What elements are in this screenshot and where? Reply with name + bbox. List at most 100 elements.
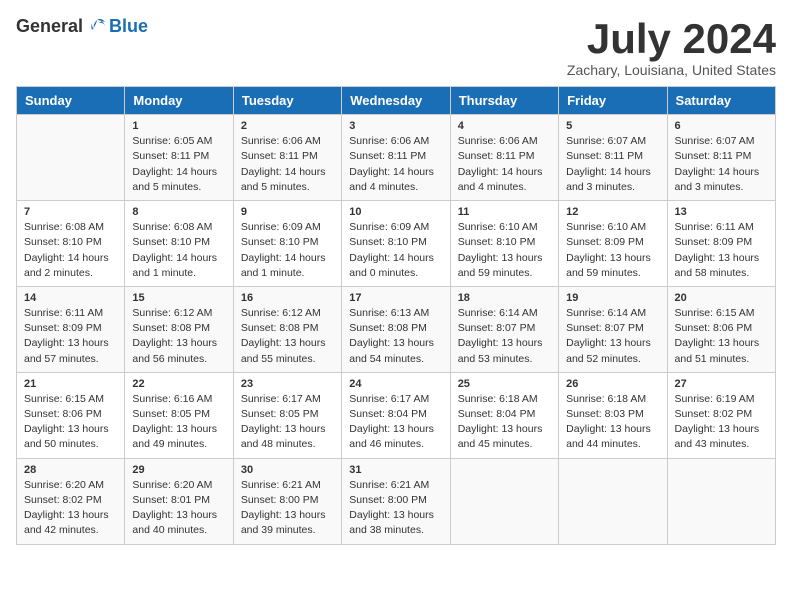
calendar-cell: 18 Sunrise: 6:14 AM Sunset: 8:07 PM Dayli…	[450, 286, 558, 372]
week-row-1: 1 Sunrise: 6:05 AM Sunset: 8:11 PM Daylig…	[17, 115, 776, 201]
day-number: 1	[132, 120, 225, 132]
day-number: 18	[458, 292, 551, 304]
day-info: Sunrise: 6:10 AM Sunset: 8:09 PM Dayligh…	[566, 220, 659, 281]
day-info: Sunrise: 6:08 AM Sunset: 8:10 PM Dayligh…	[132, 220, 225, 281]
day-info: Sunrise: 6:11 AM Sunset: 8:09 PM Dayligh…	[24, 306, 117, 367]
calendar-cell: 1 Sunrise: 6:05 AM Sunset: 8:11 PM Daylig…	[125, 115, 233, 201]
month-title: July 2024	[567, 16, 776, 62]
calendar-cell: 25 Sunrise: 6:18 AM Sunset: 8:04 PM Dayli…	[450, 372, 558, 458]
calendar-cell	[450, 458, 558, 544]
day-number: 8	[132, 206, 225, 218]
day-info: Sunrise: 6:16 AM Sunset: 8:05 PM Dayligh…	[132, 392, 225, 453]
calendar-cell: 19 Sunrise: 6:14 AM Sunset: 8:07 PM Dayli…	[559, 286, 667, 372]
day-info: Sunrise: 6:14 AM Sunset: 8:07 PM Dayligh…	[458, 306, 551, 367]
calendar-cell: 24Sunrise: 6:17 AM Sunset: 8:04 PM Dayli…	[342, 372, 450, 458]
day-number: 24	[349, 378, 442, 390]
day-info: Sunrise: 6:21 AM Sunset: 8:00 PM Dayligh…	[241, 478, 334, 539]
day-info: Sunrise: 6:18 AM Sunset: 8:04 PM Dayligh…	[458, 392, 551, 453]
day-info: Sunrise: 6:21 AM Sunset: 8:00 PM Dayligh…	[349, 478, 442, 539]
location-subtitle: Zachary, Louisiana, United States	[567, 62, 776, 78]
day-number: 14	[24, 292, 117, 304]
calendar-cell: 8 Sunrise: 6:08 AM Sunset: 8:10 PM Daylig…	[125, 201, 233, 287]
day-number: 9	[241, 206, 334, 218]
day-info: Sunrise: 6:09 AM Sunset: 8:10 PM Dayligh…	[349, 220, 442, 281]
day-number: 25	[458, 378, 551, 390]
days-of-week-row: SundayMondayTuesdayWednesdayThursdayFrid…	[17, 87, 776, 115]
day-info: Sunrise: 6:09 AM Sunset: 8:10 PM Dayligh…	[241, 220, 334, 281]
logo-bird-icon	[87, 17, 107, 37]
day-info: Sunrise: 6:06 AM Sunset: 8:11 PM Dayligh…	[241, 134, 334, 195]
day-info: Sunrise: 6:17 AM Sunset: 8:05 PM Dayligh…	[241, 392, 334, 453]
calendar-cell: 15 Sunrise: 6:12 AM Sunset: 8:08 PM Dayli…	[125, 286, 233, 372]
day-number: 19	[566, 292, 659, 304]
calendar-cell	[667, 458, 775, 544]
day-number: 10	[349, 206, 442, 218]
calendar-cell: 6Sunrise: 6:07 AM Sunset: 8:11 PM Daylig…	[667, 115, 775, 201]
header-saturday: Saturday	[667, 87, 775, 115]
logo-area: General Blue	[16, 16, 148, 37]
day-number: 23	[241, 378, 334, 390]
day-info: Sunrise: 6:20 AM Sunset: 8:02 PM Dayligh…	[24, 478, 117, 539]
day-info: Sunrise: 6:11 AM Sunset: 8:09 PM Dayligh…	[675, 220, 768, 281]
logo: General Blue	[16, 16, 148, 37]
day-number: 21	[24, 378, 117, 390]
week-row-4: 21Sunrise: 6:15 AM Sunset: 8:06 PM Dayli…	[17, 372, 776, 458]
day-info: Sunrise: 6:06 AM Sunset: 8:11 PM Dayligh…	[349, 134, 442, 195]
calendar-cell: 3 Sunrise: 6:06 AM Sunset: 8:11 PM Daylig…	[342, 115, 450, 201]
calendar-table: SundayMondayTuesdayWednesdayThursdayFrid…	[16, 86, 776, 544]
day-number: 28	[24, 464, 117, 476]
day-number: 31	[349, 464, 442, 476]
calendar-cell	[559, 458, 667, 544]
day-number: 26	[566, 378, 659, 390]
calendar-cell: 20Sunrise: 6:15 AM Sunset: 8:06 PM Dayli…	[667, 286, 775, 372]
day-info: Sunrise: 6:12 AM Sunset: 8:08 PM Dayligh…	[132, 306, 225, 367]
day-info: Sunrise: 6:15 AM Sunset: 8:06 PM Dayligh…	[675, 306, 768, 367]
calendar-cell: 16Sunrise: 6:12 AM Sunset: 8:08 PM Dayli…	[233, 286, 341, 372]
day-info: Sunrise: 6:05 AM Sunset: 8:11 PM Dayligh…	[132, 134, 225, 195]
header-friday: Friday	[559, 87, 667, 115]
calendar-cell: 29 Sunrise: 6:20 AM Sunset: 8:01 PM Dayli…	[125, 458, 233, 544]
day-info: Sunrise: 6:06 AM Sunset: 8:11 PM Dayligh…	[458, 134, 551, 195]
day-info: Sunrise: 6:18 AM Sunset: 8:03 PM Dayligh…	[566, 392, 659, 453]
day-number: 29	[132, 464, 225, 476]
day-number: 5	[566, 120, 659, 132]
header: General Blue July 2024 Zachary, Louisian…	[16, 16, 776, 78]
calendar-cell: 30Sunrise: 6:21 AM Sunset: 8:00 PM Dayli…	[233, 458, 341, 544]
logo-general-text: General	[16, 16, 83, 37]
calendar-cell: 4 Sunrise: 6:06 AM Sunset: 8:11 PM Daylig…	[450, 115, 558, 201]
calendar-cell: 2 Sunrise: 6:06 AM Sunset: 8:11 PM Daylig…	[233, 115, 341, 201]
calendar-cell: 7Sunrise: 6:08 AM Sunset: 8:10 PM Daylig…	[17, 201, 125, 287]
day-info: Sunrise: 6:20 AM Sunset: 8:01 PM Dayligh…	[132, 478, 225, 539]
calendar-header: SundayMondayTuesdayWednesdayThursdayFrid…	[17, 87, 776, 115]
header-tuesday: Tuesday	[233, 87, 341, 115]
calendar-cell: 21Sunrise: 6:15 AM Sunset: 8:06 PM Dayli…	[17, 372, 125, 458]
day-number: 27	[675, 378, 768, 390]
header-sunday: Sunday	[17, 87, 125, 115]
day-number: 6	[675, 120, 768, 132]
header-wednesday: Wednesday	[342, 87, 450, 115]
day-number: 3	[349, 120, 442, 132]
day-number: 17	[349, 292, 442, 304]
day-number: 15	[132, 292, 225, 304]
day-number: 22	[132, 378, 225, 390]
day-number: 7	[24, 206, 117, 218]
calendar-cell: 10 Sunrise: 6:09 AM Sunset: 8:10 PM Dayli…	[342, 201, 450, 287]
header-thursday: Thursday	[450, 87, 558, 115]
header-monday: Monday	[125, 87, 233, 115]
day-number: 13	[675, 206, 768, 218]
calendar-cell: 31 Sunrise: 6:21 AM Sunset: 8:00 PM Dayli…	[342, 458, 450, 544]
calendar-cell: 26 Sunrise: 6:18 AM Sunset: 8:03 PM Dayli…	[559, 372, 667, 458]
day-info: Sunrise: 6:10 AM Sunset: 8:10 PM Dayligh…	[458, 220, 551, 281]
day-info: Sunrise: 6:14 AM Sunset: 8:07 PM Dayligh…	[566, 306, 659, 367]
calendar-body: 1 Sunrise: 6:05 AM Sunset: 8:11 PM Daylig…	[17, 115, 776, 544]
calendar-cell: 12Sunrise: 6:10 AM Sunset: 8:09 PM Dayli…	[559, 201, 667, 287]
week-row-3: 14 Sunrise: 6:11 AM Sunset: 8:09 PM Dayli…	[17, 286, 776, 372]
title-area: July 2024 Zachary, Louisiana, United Sta…	[567, 16, 776, 78]
day-number: 16	[241, 292, 334, 304]
calendar-cell: 23 Sunrise: 6:17 AM Sunset: 8:05 PM Dayli…	[233, 372, 341, 458]
day-number: 2	[241, 120, 334, 132]
week-row-2: 7 Sunrise: 6:08 AM Sunset: 8:10 PM Daylig…	[17, 201, 776, 287]
calendar-cell: 11Sunrise: 6:10 AM Sunset: 8:10 PM Dayli…	[450, 201, 558, 287]
day-number: 4	[458, 120, 551, 132]
calendar-cell	[17, 115, 125, 201]
